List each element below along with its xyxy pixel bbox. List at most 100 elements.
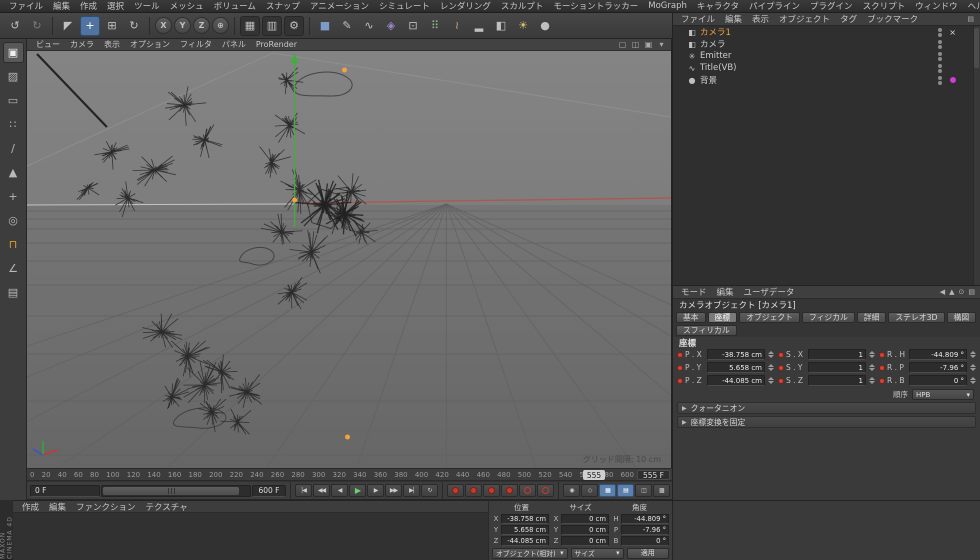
visibility-dots[interactable]: [938, 75, 942, 85]
show-tracks-button[interactable]: ▤: [617, 484, 634, 497]
stepper-up-icon[interactable]: [868, 364, 875, 367]
keyframe-dot[interactable]: [677, 364, 683, 371]
field-value[interactable]: 1: [808, 375, 866, 386]
stepper-up-icon[interactable]: [969, 351, 976, 354]
coordinate-cell[interactable]: Y 5.658 cm: [492, 524, 549, 535]
render-visibility-dot[interactable]: [938, 80, 942, 85]
attribute-tab-extra-0[interactable]: スフィリカル: [676, 325, 737, 336]
main-menu-item-19[interactable]: ヘルプ: [963, 0, 980, 12]
snap-toggle-button[interactable]: ⊓: [3, 234, 24, 255]
stepper-down-icon[interactable]: [767, 381, 774, 384]
rotate-tool[interactable]: ↻: [124, 16, 144, 36]
next-frame-button[interactable]: ▶: [367, 484, 384, 497]
stepper-up-icon[interactable]: [868, 377, 875, 380]
keyframe-dot[interactable]: [879, 364, 885, 371]
y-axis-lock-button[interactable]: Y: [174, 17, 191, 34]
attribute-field[interactable]: P . Z -44.085 cm: [677, 375, 774, 386]
main-menu-item-11[interactable]: スカルプト: [496, 0, 549, 12]
field-value[interactable]: 0 °: [909, 375, 967, 386]
spline-primitive-button[interactable]: ∿: [359, 16, 379, 36]
main-menu-item-10[interactable]: レンダリング: [435, 0, 496, 12]
pen-tool-button[interactable]: ✎: [337, 16, 357, 36]
keyframe-dot[interactable]: [778, 364, 784, 371]
floor-object-button[interactable]: ▂: [469, 16, 489, 36]
render-settings-button[interactable]: ⚙: [284, 15, 304, 36]
timeline-playhead[interactable]: 555: [583, 470, 605, 480]
main-menu-item-12[interactable]: モーショントラッカー: [548, 0, 643, 12]
object-manager-menu-5[interactable]: ブックマーク: [862, 13, 923, 25]
material-manager-menu-0[interactable]: 作成: [17, 501, 44, 513]
visibility-dots[interactable]: [938, 63, 942, 73]
coordinate-mode-select[interactable]: オブジェクト(相対) ▾: [492, 547, 568, 559]
object-manager-menu-1[interactable]: 編集: [720, 13, 747, 25]
stepper-up-icon[interactable]: [767, 351, 774, 354]
autokey-button[interactable]: ◉: [563, 484, 580, 497]
keyframe-selection-button[interactable]: ◇: [581, 484, 598, 497]
stepper-up-icon[interactable]: [969, 377, 976, 380]
editor-visibility-dot[interactable]: [938, 75, 942, 80]
record-pla-button[interactable]: [537, 484, 554, 497]
x-axis-lock-button[interactable]: X: [155, 17, 172, 34]
viewport-menu-item-4[interactable]: フィルタ: [175, 39, 217, 50]
coordinate-system-button[interactable]: ⊕: [212, 17, 229, 34]
render-visibility-dot[interactable]: [938, 56, 942, 61]
viewport-menu-item-5[interactable]: パネル: [217, 39, 251, 50]
stepper[interactable]: [868, 375, 875, 386]
texture-mode-button[interactable]: ▨: [3, 66, 24, 87]
range-end-field[interactable]: 600 F: [252, 484, 286, 497]
main-menu-item-15[interactable]: パイプライン: [744, 0, 805, 12]
stepper-down-icon[interactable]: [868, 381, 875, 384]
undo-button[interactable]: ↺: [5, 16, 25, 36]
enable-axis-button[interactable]: +: [3, 186, 24, 207]
coordinate-cell[interactable]: Z -44.085 cm: [492, 535, 549, 546]
light-object-button[interactable]: ☀: [513, 16, 533, 36]
attribute-tab-5[interactable]: ステレオ3D: [888, 312, 945, 323]
main-menu-item-18[interactable]: ウィンドウ: [910, 0, 963, 12]
motion-clip-button[interactable]: ◫: [635, 484, 652, 497]
field-value[interactable]: 1: [808, 362, 866, 373]
attribute-field[interactable]: P . Y 5.658 cm: [677, 362, 774, 373]
stepper-down-icon[interactable]: [969, 381, 976, 384]
viewport-solo-button[interactable]: ◎: [3, 210, 24, 231]
points-mode-button[interactable]: ∷: [3, 114, 24, 135]
attribute-tab-6[interactable]: 構図: [946, 312, 977, 323]
stepper[interactable]: [969, 362, 976, 373]
stepper-up-icon[interactable]: [767, 377, 774, 380]
stepper-down-icon[interactable]: [969, 355, 976, 358]
attribute-field[interactable]: S . Y 1: [778, 362, 875, 373]
workplane-lock-button[interactable]: ▤: [3, 282, 24, 303]
cube-primitive-button[interactable]: ■: [315, 16, 335, 36]
apply-button[interactable]: 適用: [626, 547, 669, 559]
object-row-0[interactable]: ◧ カメラ1 ×: [673, 26, 980, 38]
record-scale-button[interactable]: [483, 484, 500, 497]
range-slider-handle[interactable]: [103, 486, 240, 495]
play-button[interactable]: ▶: [349, 484, 366, 497]
goto-end-button[interactable]: ▶|: [403, 484, 420, 497]
coordinate-value[interactable]: 0 cm: [561, 524, 609, 535]
visibility-dots[interactable]: [938, 27, 942, 37]
goto-start-button[interactable]: |◀: [295, 484, 312, 497]
active-camera-icon[interactable]: ×: [949, 28, 956, 37]
main-menu-item-13[interactable]: MoGraph: [643, 1, 692, 11]
record-parameter-button[interactable]: [519, 484, 536, 497]
camera-object-button[interactable]: ◧: [491, 16, 511, 36]
pin-icon[interactable]: ⊙: [959, 288, 965, 296]
scale-tool[interactable]: ⊞: [102, 16, 122, 36]
attribute-mode-menu-0[interactable]: モード: [676, 286, 712, 298]
deformer-button[interactable]: ≀: [447, 16, 467, 36]
attribute-tab-3[interactable]: フィジカル: [801, 312, 855, 323]
keyframe-dot[interactable]: [778, 351, 784, 358]
render-visibility-dot[interactable]: [938, 32, 942, 37]
attribute-mode-menu-2[interactable]: ユーザデータ: [739, 286, 800, 298]
keyframe-dot[interactable]: [677, 377, 683, 384]
object-manager-menu-0[interactable]: ファイル: [676, 13, 720, 25]
editor-visibility-dot[interactable]: [938, 51, 942, 56]
material-manager-menu-2[interactable]: ファンクション: [71, 501, 141, 513]
record-rotation-button[interactable]: [501, 484, 518, 497]
main-menu-item-5[interactable]: メッシュ: [165, 0, 209, 12]
mograph-button[interactable]: ⠿: [425, 16, 445, 36]
visibility-dots[interactable]: [938, 51, 942, 61]
record-objects-button[interactable]: [447, 484, 464, 497]
stepper[interactable]: [868, 362, 875, 373]
stepper-down-icon[interactable]: [767, 368, 774, 371]
